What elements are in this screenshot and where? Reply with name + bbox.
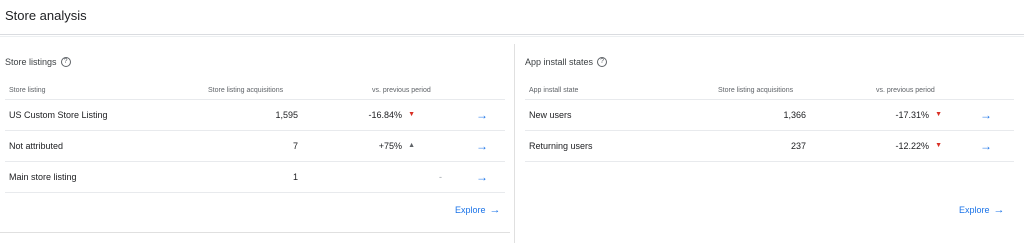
arrow-right-icon[interactable]: →: [980, 99, 992, 130]
arrow-right-icon[interactable]: →: [980, 130, 992, 161]
store-listings-card: Store listings ? Store listing Store lis…: [0, 44, 510, 243]
change-text: +75%: [378, 140, 403, 151]
store-listings-header: Store listings ?: [5, 57, 71, 67]
change-text: -17.31%: [895, 109, 930, 120]
change-value: +75% ▲: [379, 130, 415, 161]
table-row[interactable]: Returning users 237 -12.22% ▼ →: [518, 130, 1024, 161]
arrow-right-icon: →: [489, 204, 501, 216]
table-row[interactable]: Main store listing 1 - →: [0, 161, 510, 192]
column-header-app-install-state[interactable]: App install state: [529, 80, 578, 100]
store-listings-title: Store listings: [5, 57, 57, 67]
table-row[interactable]: Not attributed 7 +75% ▲ →: [0, 130, 510, 161]
change-text: -12.22%: [895, 140, 930, 151]
title-divider: [0, 34, 1024, 35]
table-row[interactable]: US Custom Store Listing 1,595 -16.84% ▼ …: [0, 99, 510, 130]
change-value: -: [439, 171, 442, 182]
explore-link[interactable]: Explore →: [959, 204, 1005, 216]
change-value: -12.22% ▼: [896, 130, 942, 161]
acquisitions-value: 1: [292, 171, 298, 182]
arrow-right-icon[interactable]: →: [476, 130, 488, 161]
explore-link[interactable]: Explore →: [455, 204, 501, 216]
column-header-vs-previous[interactable]: vs. previous period: [372, 80, 431, 100]
app-install-state-name: New users: [529, 109, 572, 120]
help-icon[interactable]: ?: [597, 57, 608, 67]
column-header-acquisitions[interactable]: Store listing acquisitions: [718, 80, 793, 100]
app-install-states-header: App install states ?: [525, 57, 608, 67]
column-header-acquisitions[interactable]: Store listing acquisitions: [208, 80, 283, 100]
store-listing-name: Not attributed: [9, 140, 64, 151]
column-header-store-listing[interactable]: Store listing: [9, 80, 46, 100]
arrow-right-icon[interactable]: →: [476, 161, 488, 192]
acquisitions-value: 7: [292, 140, 298, 151]
store-listing-name: US Custom Store Listing: [9, 109, 108, 120]
page-title: Store analysis: [5, 8, 87, 23]
acquisitions-value: 1,366: [783, 109, 806, 120]
change-text: -16.84%: [368, 109, 403, 120]
app-install-states-card: App install states ? App install state S…: [518, 44, 1024, 243]
table-header: App install state Store listing acquisit…: [518, 80, 1024, 100]
change-value: -16.84% ▼: [369, 99, 415, 130]
card-divider: [514, 44, 515, 243]
arrow-right-icon[interactable]: →: [476, 99, 488, 130]
explore-label: Explore: [455, 205, 486, 215]
explore-label: Explore: [959, 205, 990, 215]
help-icon[interactable]: ?: [60, 57, 71, 67]
column-header-vs-previous[interactable]: vs. previous period: [876, 80, 935, 100]
title-divider-shadow: [0, 36, 1024, 37]
row-divider: [525, 161, 1014, 162]
row-divider: [5, 192, 505, 193]
arrow-right-icon: →: [993, 204, 1005, 216]
change-value: -17.31% ▼: [896, 99, 942, 130]
app-install-states-title: App install states: [525, 57, 594, 67]
triangle-down-icon: ▼: [935, 111, 942, 118]
triangle-up-icon: ▲: [408, 142, 415, 149]
store-listing-name: Main store listing: [9, 171, 77, 182]
table-header: Store listing Store listing acquisitions…: [0, 80, 510, 100]
triangle-down-icon: ▼: [935, 142, 942, 149]
card-bottom-divider: [0, 232, 510, 233]
acquisitions-value: 237: [790, 140, 806, 151]
triangle-down-icon: ▼: [408, 111, 415, 118]
app-install-state-name: Returning users: [529, 140, 593, 151]
acquisitions-value: 1,595: [275, 109, 298, 120]
table-row[interactable]: New users 1,366 -17.31% ▼ →: [518, 99, 1024, 130]
